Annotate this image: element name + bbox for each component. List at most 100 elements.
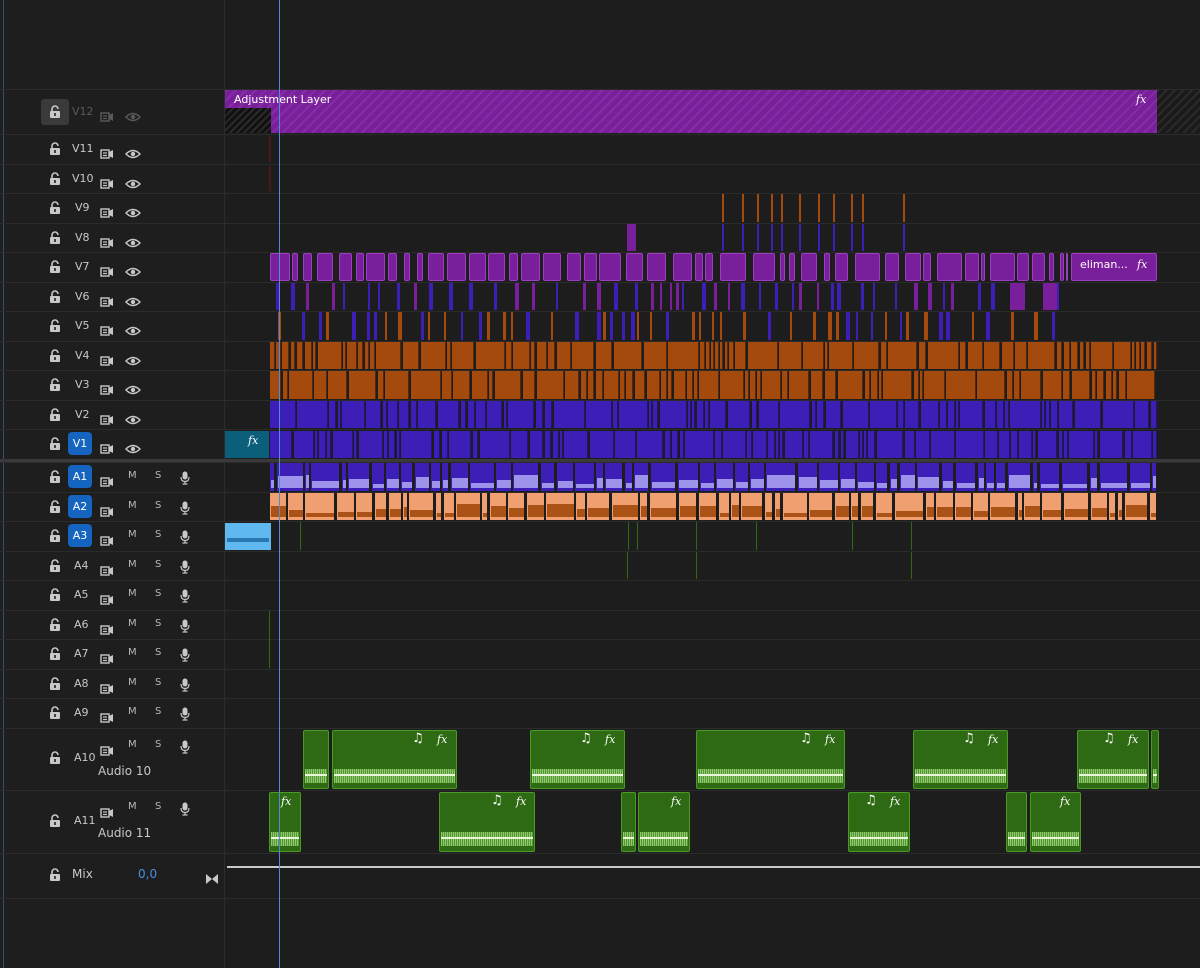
clip[interactable] [990, 253, 1015, 281]
clip-sliver[interactable] [269, 136, 271, 162]
clip[interactable] [923, 253, 931, 281]
unlock-icon[interactable] [49, 290, 61, 303]
clip[interactable] [389, 431, 395, 458]
clip-sliver[interactable] [398, 312, 402, 340]
clip[interactable] [472, 371, 488, 399]
sync-lock-icon[interactable] [100, 321, 114, 336]
clip-sliver[interactable] [1011, 312, 1014, 340]
clip[interactable] [720, 342, 723, 369]
clip-sliver[interactable] [444, 312, 446, 340]
clip-sliver[interactable] [676, 283, 679, 310]
clip[interactable] [846, 431, 859, 458]
voiceover-record-icon[interactable] [180, 588, 190, 603]
clip[interactable] [1011, 431, 1018, 458]
clip[interactable] [418, 401, 436, 428]
clip-sliver[interactable] [421, 312, 424, 340]
clip[interactable] [841, 431, 844, 458]
clip[interactable] [829, 342, 853, 369]
clip[interactable] [536, 401, 543, 428]
clip[interactable] [715, 342, 719, 369]
clip[interactable] [1106, 371, 1112, 399]
clip[interactable] [673, 253, 692, 281]
clip[interactable] [545, 431, 551, 458]
clip[interactable] [680, 431, 684, 458]
clip[interactable] [960, 401, 983, 428]
clip-sliver[interactable] [722, 224, 724, 251]
clip[interactable] [366, 401, 381, 428]
clip[interactable] [647, 371, 660, 399]
clip-sliver[interactable] [666, 312, 669, 340]
clip-sliver[interactable] [828, 312, 832, 340]
voiceover-record-icon[interactable] [180, 559, 190, 574]
playhead-line[interactable] [279, 0, 280, 968]
clip[interactable] [504, 401, 507, 428]
clip[interactable] [757, 371, 761, 399]
clip-sliver[interactable] [374, 312, 377, 340]
clip[interactable] [968, 342, 983, 369]
clip[interactable] [329, 401, 336, 428]
clip-sliver[interactable] [903, 194, 905, 222]
clip[interactable] [283, 371, 288, 399]
clip[interactable] [473, 431, 478, 458]
clip[interactable] [282, 342, 289, 369]
voiceover-record-icon[interactable] [180, 618, 190, 633]
clip-sliver[interactable] [1052, 312, 1055, 340]
clip[interactable] [905, 253, 921, 281]
clip[interactable] [476, 342, 505, 369]
clip[interactable] [370, 342, 375, 369]
clip[interactable] [705, 401, 709, 428]
clip[interactable] [715, 431, 722, 458]
clip[interactable] [385, 371, 409, 399]
audio-sliver[interactable] [756, 522, 757, 550]
clip-sliver[interactable] [637, 312, 639, 340]
clip[interactable] [1103, 401, 1134, 428]
mute-button[interactable]: M [128, 739, 137, 750]
sync-lock-icon[interactable] [100, 620, 114, 635]
unlock-icon[interactable] [49, 529, 61, 542]
clip[interactable] [1154, 342, 1157, 369]
clip[interactable] [812, 401, 816, 428]
clip[interactable] [554, 401, 585, 428]
clip[interactable] [468, 401, 475, 428]
clip-sliver[interactable] [972, 312, 974, 340]
audio-sliver[interactable] [911, 552, 912, 579]
clip[interactable] [960, 342, 966, 369]
clip-sliver[interactable] [862, 194, 864, 222]
clip[interactable] [768, 431, 775, 458]
clip-sliver[interactable] [818, 194, 820, 222]
clip[interactable] [779, 342, 802, 369]
clip[interactable] [545, 401, 552, 428]
clip-sliver[interactable] [742, 224, 744, 251]
clip[interactable] [920, 371, 923, 399]
unlock-icon[interactable] [49, 868, 61, 881]
clip-sliver[interactable] [924, 312, 928, 340]
unlock-icon[interactable] [49, 814, 61, 827]
clip[interactable] [1114, 342, 1131, 369]
clip[interactable] [1051, 401, 1058, 428]
clip[interactable] [1063, 371, 1070, 399]
clip[interactable] [753, 431, 767, 458]
clip-sliver[interactable] [614, 283, 618, 310]
clip[interactable] [318, 342, 342, 369]
clip[interactable] [449, 431, 471, 458]
clip[interactable] [567, 253, 581, 281]
clip-sliver[interactable] [781, 224, 783, 251]
solo-button[interactable]: S [155, 559, 161, 570]
adjustment-layer-clip[interactable] [225, 90, 1157, 133]
clip[interactable] [489, 371, 493, 399]
clip[interactable] [905, 401, 919, 428]
clip[interactable] [981, 253, 985, 281]
clip[interactable] [665, 431, 671, 458]
unlock-icon[interactable] [49, 500, 61, 513]
track-target-a3[interactable]: A3 [68, 524, 92, 547]
clip-sliver[interactable] [799, 194, 801, 222]
clip[interactable] [1033, 431, 1036, 458]
clip[interactable] [560, 431, 563, 458]
clip[interactable] [1032, 253, 1045, 281]
clip-sliver[interactable] [651, 283, 654, 310]
mix-volume-value[interactable]: 0,0 [138, 867, 157, 881]
unlock-icon[interactable] [49, 201, 61, 214]
clip-sliver[interactable] [871, 312, 873, 340]
eye-icon[interactable] [125, 174, 141, 189]
eye-icon[interactable] [125, 233, 141, 248]
